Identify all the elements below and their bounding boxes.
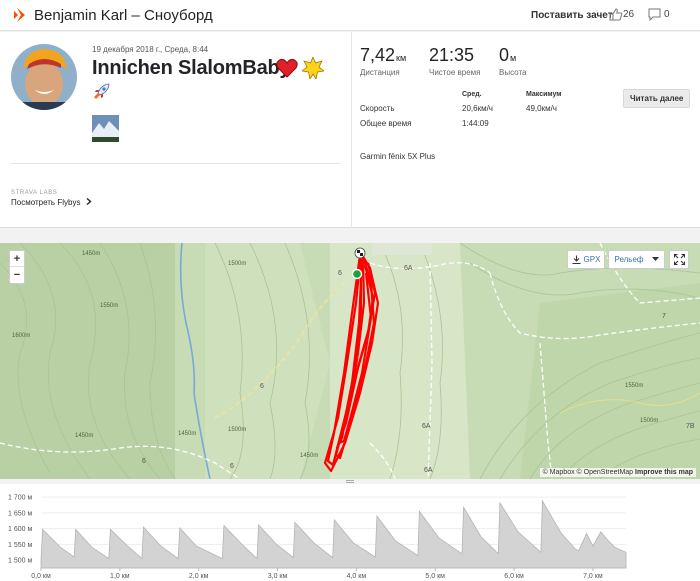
moving-time-value: 21:35	[429, 45, 475, 65]
speed-label: Скорость	[360, 104, 395, 113]
road-label: 6	[142, 458, 146, 465]
chevron-right-icon	[86, 197, 92, 206]
flyby-link[interactable]: Посмотреть Flybys	[11, 197, 92, 207]
divider	[11, 163, 340, 164]
map-type-label: Рельеф	[614, 255, 644, 264]
max-column-header: Максимум	[526, 91, 562, 98]
x-tick-label: 5,0 км	[425, 573, 445, 580]
road-label: 6A	[404, 265, 413, 272]
device-name: Garmin fēnix 5X Plus	[360, 152, 436, 161]
road-label: 6	[230, 463, 234, 470]
download-icon	[572, 255, 581, 264]
kudos-count: 26	[623, 9, 635, 20]
osm-link[interactable]: © OpenStreetMap	[577, 469, 634, 476]
contour-label: 1500m	[640, 418, 659, 424]
road-label: 6	[260, 383, 264, 390]
stat-moving-time: 21:35 Чистое время	[429, 45, 480, 77]
x-tick-label: 3,0 км	[268, 573, 288, 580]
distance-unit: км	[396, 53, 407, 63]
comment-icon	[648, 8, 661, 21]
chevron-down-icon	[651, 257, 659, 261]
map-canvas	[0, 243, 700, 479]
contour-label: 1500m	[228, 261, 247, 267]
x-tick-label: 4,0 км	[347, 573, 367, 580]
activity-date: 19 декабря 2018 г., Среда, 8:44	[92, 45, 209, 54]
road-label: 7B	[686, 423, 695, 430]
rocket-icon	[93, 82, 111, 105]
map-resize-handle[interactable]	[346, 480, 354, 483]
total-time-label: Общее время	[360, 119, 412, 128]
contour-label: 1550m	[625, 383, 644, 389]
elevation-plot: 1 700 м 1 650 м 1 600 м 1 550 м 1 500 м 0,0 к…	[8, 495, 627, 580]
sun-icon	[301, 55, 325, 84]
y-tick-label: 1 700 м	[8, 495, 32, 502]
photo-thumbnail[interactable]	[92, 115, 119, 142]
improve-map-link[interactable]: Improve this map	[635, 469, 693, 476]
y-tick-label: 1 550 м	[8, 542, 32, 549]
road-label: 7	[662, 313, 666, 320]
y-tick-label: 1 650 м	[8, 510, 32, 517]
contour-label: 1450m	[82, 251, 101, 257]
elevation-chart[interactable]: 1 700 м 1 650 м 1 600 м 1 550 м 1 500 м 0,0 к…	[0, 484, 700, 581]
fullscreen-icon	[673, 254, 685, 265]
total-time-value: 1:44:09	[462, 119, 489, 128]
zoom-in-button[interactable]: +	[10, 251, 24, 267]
strava-labs-label: STRAVA LABS	[11, 190, 58, 196]
contour-label: 1450m	[178, 431, 197, 437]
kudos-counter[interactable]: 26	[609, 8, 634, 21]
comments-count: 0	[664, 9, 670, 20]
flyby-link-label: Посмотреть Flybys	[11, 198, 81, 207]
road-label: 6A	[422, 423, 431, 430]
distance-label: Дистанция	[360, 68, 400, 77]
zoom-controls: + −	[9, 250, 25, 284]
x-tick-label: 6,0 км	[504, 573, 524, 580]
x-tick-label: 2,0 км	[189, 573, 209, 580]
stat-elevation: 0м Высота	[499, 45, 526, 77]
y-tick-label: 1 600 м	[8, 526, 32, 533]
zoom-out-button[interactable]: −	[10, 267, 24, 283]
gpx-download-button[interactable]: GPX	[567, 250, 605, 269]
x-tick-label: 0,0 км	[31, 573, 51, 580]
contour-label: 1500m	[228, 427, 247, 433]
x-tick-label: 1,0 км	[110, 573, 130, 580]
contour-label: 1600m	[12, 333, 31, 339]
map-attribution: © Mapbox © OpenStreetMap Improve this ma…	[539, 468, 696, 477]
road-label: 6A	[424, 467, 433, 474]
elevation-value: 0	[499, 45, 510, 65]
page-title: Benjamin Karl – Сноуборд	[34, 7, 213, 24]
x-tick-label: 7,0 км	[583, 573, 603, 580]
gpx-label: GPX	[583, 255, 601, 264]
elevation-label: Высота	[499, 68, 527, 77]
map-type-dropdown[interactable]: Рельеф	[608, 250, 665, 269]
contour-label: 1550m	[100, 303, 119, 309]
route-map[interactable]: 6A 6 6 6 6 6A 6A 7 7B 1450m 1500m 1550m …	[0, 243, 700, 479]
road-label: 6	[338, 270, 342, 277]
strava-logo-icon[interactable]	[14, 8, 27, 27]
stat-distance: 7,42км Дистанция	[360, 45, 406, 77]
avg-column-header: Сред.	[462, 91, 482, 98]
distance-value: 7,42	[360, 45, 396, 65]
divider	[351, 32, 352, 228]
speed-max: 49,0км/ч	[526, 104, 557, 113]
activity-header: Benjamin Karl – Сноуборд Поставить зачет…	[0, 0, 700, 31]
comments-counter[interactable]: 0	[648, 8, 670, 21]
elevation-unit: м	[510, 53, 517, 63]
y-tick-label: 1 500 м	[8, 558, 32, 565]
activity-details: 19 декабря 2018 г., Среда, 8:44 Innichen…	[0, 32, 700, 228]
speed-avg: 20,6км/ч	[462, 104, 493, 113]
avatar[interactable]	[11, 44, 77, 110]
fullscreen-button[interactable]	[669, 250, 689, 269]
elevation-area	[40, 499, 627, 569]
give-kudos-button[interactable]: Поставить зачет	[531, 10, 613, 21]
activity-name: Innichen SlalomBaby	[92, 57, 291, 79]
thumbs-up-icon	[609, 8, 623, 21]
mapbox-link[interactable]: © Mapbox	[543, 469, 575, 476]
moving-time-label: Чистое время	[429, 68, 481, 77]
contour-label: 1450m	[75, 433, 94, 439]
heart-icon	[276, 58, 298, 83]
read-more-button[interactable]: Читать далее	[623, 89, 691, 108]
contour-label: 1450m	[300, 453, 319, 459]
